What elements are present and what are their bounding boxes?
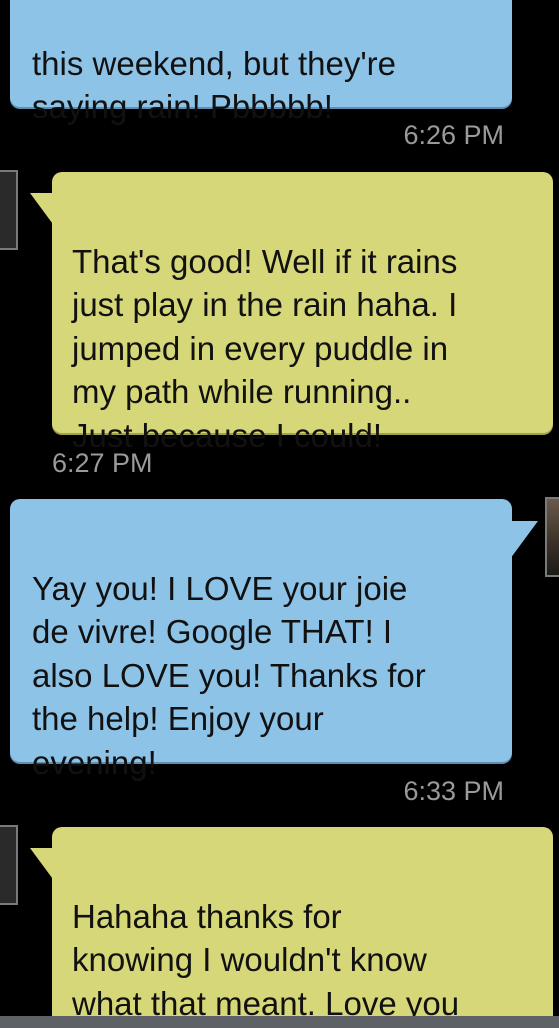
received-message-bubble[interactable]: That's good! Well if it rains just play … xyxy=(52,172,553,454)
received-message-bubble[interactable]: Hahaha thanks for knowing I wouldn't kno… xyxy=(52,827,553,1028)
contact-avatar[interactable] xyxy=(0,170,18,250)
bubble-tail xyxy=(510,521,538,559)
message-timestamp: 6:33 PM xyxy=(403,776,504,806)
message-text: That's good! Well if it rains just play … xyxy=(72,242,458,454)
contact-avatar[interactable] xyxy=(0,825,18,905)
message-timestamp: 6:26 PM xyxy=(403,120,504,150)
sent-message-bubble[interactable]: this weekend, but they're saying rain! P… xyxy=(10,0,512,125)
my-avatar[interactable] xyxy=(545,497,559,577)
message-text: Hahaha thanks for knowing I wouldn't kno… xyxy=(72,897,460,1022)
sent-message-bubble[interactable]: Yay you! I LOVE your joie de vivre! Goog… xyxy=(10,499,512,781)
message-text: Yay you! I LOVE your joie de vivre! Goog… xyxy=(32,569,426,781)
conversation-thread[interactable]: this weekend, but they're saying rain! P… xyxy=(0,0,559,1028)
message-timestamp: 6:27 PM xyxy=(52,448,153,478)
message-text: this weekend, but they're saying rain! P… xyxy=(32,44,397,126)
scroll-edge-bar xyxy=(0,1016,559,1028)
